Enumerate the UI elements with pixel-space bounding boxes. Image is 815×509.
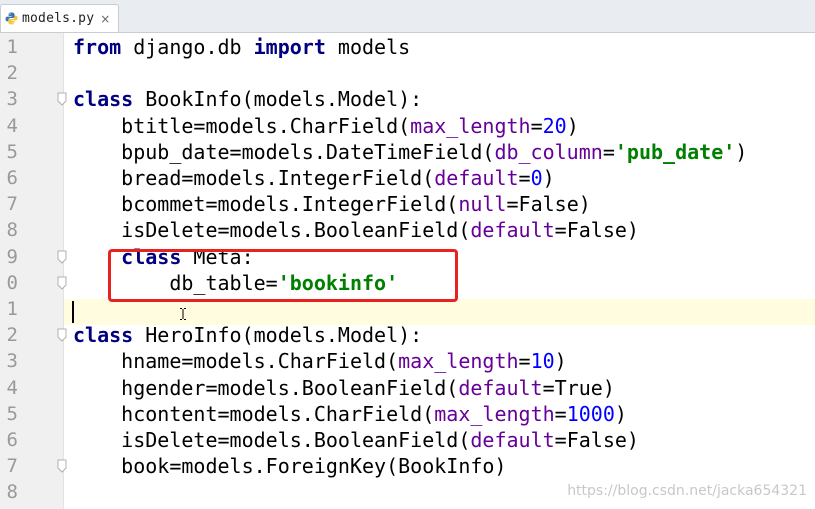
- code-token: 1000: [566, 401, 615, 426]
- ide-window: models.py × 1 2 3 4 5 6 7 8 9 0 1 2 3 4 5 6 7 8 from djan…: [0, 0, 815, 509]
- code-token: ): [542, 166, 555, 190]
- line-number: 8: [6, 219, 18, 242]
- code-token: hcontent=models.CharField(: [73, 401, 435, 426]
- code-token: =False): [554, 218, 639, 243]
- code-token: ): [614, 401, 627, 426]
- code-line: bpub_date=models.DateTimeField(db_column…: [73, 139, 747, 165]
- line-number: 4: [6, 114, 18, 137]
- code-token: import: [253, 35, 326, 59]
- code-token: 20: [542, 113, 567, 138]
- code-line: hcontent=models.CharField(max_length=100…: [73, 401, 627, 427]
- code-token: max_length: [434, 401, 555, 426]
- code-token: =False): [554, 428, 639, 452]
- line-number: 4: [6, 376, 18, 399]
- code-token: max_length: [410, 113, 531, 138]
- fold-marker-icon[interactable]: [57, 250, 67, 264]
- code-token: bcommet=models.IntegerField(: [73, 192, 459, 217]
- code-token: class: [73, 87, 134, 112]
- tab-models-py[interactable]: models.py ×: [0, 4, 120, 32]
- line-number: 3: [6, 350, 18, 373]
- code-token: hname=models.CharField(: [73, 349, 399, 374]
- code-line: book=models.ForeignKey(BookInfo): [73, 453, 506, 479]
- watermark-text: https://blog.csdn.net/jacka654321: [567, 483, 807, 499]
- code-token: ): [554, 349, 567, 374]
- code-token: isDelete=models.BooleanField(: [73, 218, 471, 243]
- fold-marker-icon[interactable]: [57, 92, 67, 107]
- code-token: models: [325, 35, 411, 59]
- fold-marker-icon[interactable]: [57, 459, 67, 473]
- mouse-ibeam-icon: [180, 308, 186, 320]
- code-token: HeroInfo(models.Model):: [133, 323, 423, 348]
- code-line: hgender=models.BooleanField(default=True…: [73, 375, 615, 401]
- code-token: default: [470, 428, 555, 452]
- code-token: isDelete=models.BooleanField(: [73, 428, 471, 452]
- editor-tab-bar: models.py ×: [0, 0, 815, 33]
- annotation-red-box: [108, 249, 458, 302]
- line-number: 3: [6, 88, 18, 111]
- line-number-gutter: 1 2 3 4 5 6 7 8 9 0 1 2 3 4 5 6 7 8: [0, 33, 64, 509]
- code-token: default: [470, 218, 555, 243]
- tab-close-icon[interactable]: ×: [100, 12, 110, 26]
- code-token: from: [73, 35, 122, 59]
- current-line-highlight: [64, 299, 815, 325]
- line-number: 2: [6, 62, 18, 85]
- code-token: =True): [542, 375, 615, 400]
- code-token: =: [518, 349, 531, 374]
- code-token: 'pub_date': [614, 139, 736, 164]
- code-line: bread=models.IntegerField(default=0): [73, 165, 555, 191]
- code-token: =: [530, 113, 543, 138]
- code-token: db_column: [494, 139, 603, 164]
- line-number: 6: [6, 429, 18, 451]
- code-line: btitle=models.CharField(max_length=20): [73, 113, 579, 139]
- code-token: =: [602, 139, 615, 164]
- code-token: ): [735, 139, 748, 164]
- code-token: BookInfo(models.Model):: [133, 87, 423, 112]
- code-token: class: [73, 323, 134, 348]
- code-token: 0: [530, 166, 543, 190]
- code-token: max_length: [398, 349, 519, 374]
- python-file-icon: [5, 12, 18, 25]
- line-number: 9: [6, 245, 18, 268]
- line-number: 7: [6, 193, 18, 216]
- code-token: btitle=models.CharField(: [73, 113, 411, 138]
- code-token: default: [434, 166, 519, 190]
- line-number: 5: [6, 140, 18, 163]
- code-line: from django.db import models: [73, 34, 410, 60]
- line-number: 8: [6, 481, 18, 504]
- code-token: default: [458, 375, 543, 400]
- text-cursor: [72, 301, 74, 323]
- code-token: django.db: [121, 35, 254, 59]
- code-token: 10: [530, 349, 555, 374]
- fold-marker-icon[interactable]: [57, 276, 67, 290]
- code-token: bpub_date=models.DateTimeField(: [73, 139, 495, 164]
- code-token: bread=models.IntegerField(: [73, 166, 435, 190]
- code-line: bcommet=models.IntegerField(null=False): [73, 191, 591, 217]
- line-number: 0: [6, 271, 18, 294]
- code-line: hname=models.CharField(max_length=10): [73, 348, 567, 374]
- line-number: 6: [6, 167, 18, 189]
- code-line: class BookInfo(models.Model):: [73, 86, 422, 112]
- code-token: =: [554, 401, 567, 426]
- code-token: book=models.ForeignKey(BookInfo): [73, 454, 507, 479]
- line-number: 7: [6, 455, 18, 478]
- line-number: 5: [6, 402, 18, 425]
- code-line: isDelete=models.BooleanField(default=Fal…: [73, 427, 639, 453]
- code-line: isDelete=models.BooleanField(default=Fal…: [73, 217, 639, 243]
- fold-marker-icon[interactable]: [57, 328, 67, 342]
- line-number: 2: [6, 324, 18, 347]
- code-token: hgender=models.BooleanField(: [73, 375, 459, 400]
- code-editor[interactable]: 1 2 3 4 5 6 7 8 9 0 1 2 3 4 5 6 7 8 from django.db import…: [0, 33, 815, 509]
- code-token: =: [518, 166, 531, 190]
- line-number: 1: [6, 298, 18, 320]
- tab-filename: models.py: [22, 11, 95, 26]
- code-token: =False): [506, 192, 591, 217]
- code-token: ): [566, 113, 579, 138]
- code-line: class HeroInfo(models.Model):: [73, 322, 422, 348]
- code-token: null: [458, 192, 507, 217]
- line-number: 1: [6, 36, 18, 58]
